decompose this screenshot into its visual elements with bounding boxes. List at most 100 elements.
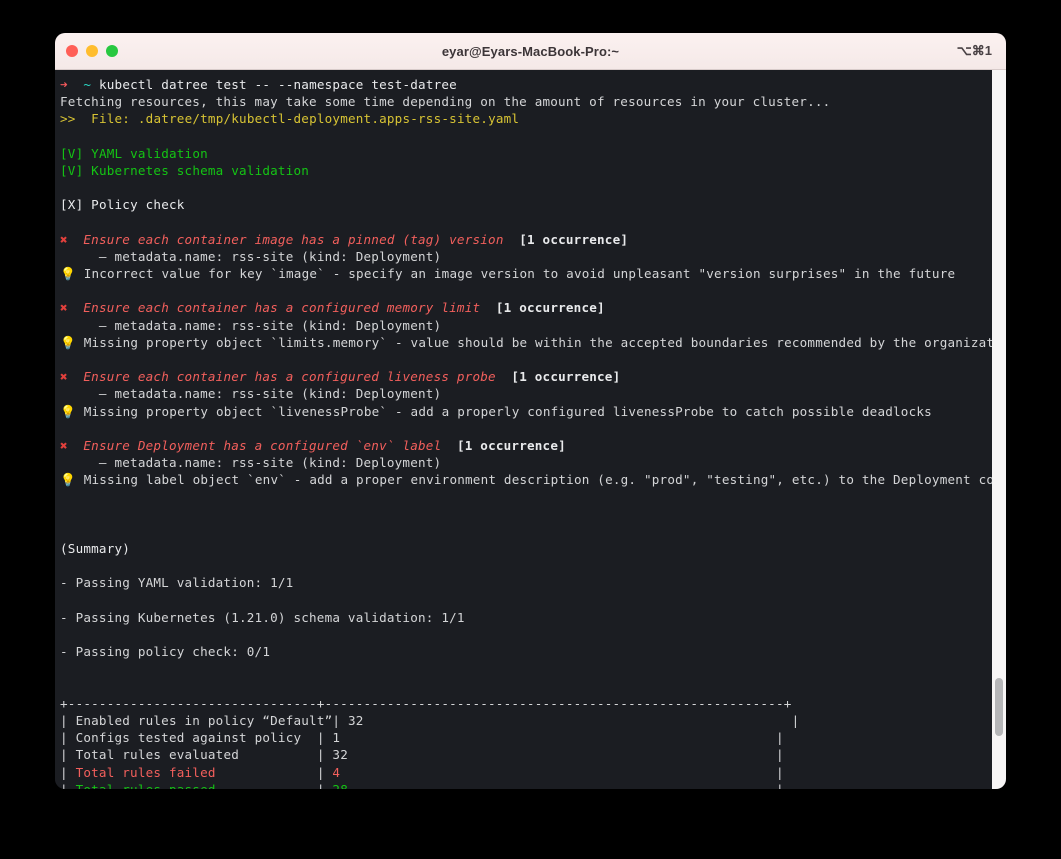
summary-heading-line: (Summary)	[60, 540, 1006, 557]
check-marker: [V]	[60, 162, 84, 178]
close-window-button[interactable]	[66, 45, 78, 57]
prompt-arrow-icon: ➜	[60, 77, 68, 92]
lightbulb-icon: 💡	[60, 334, 76, 350]
failure-x-icon: ✖	[60, 300, 68, 316]
failure-detail: — metadata.name: rss-site (kind: Deploym…	[98, 455, 442, 471]
table-pipe: |	[60, 730, 76, 746]
table-row: | Enabled rules in policy “Default”| 32 …	[60, 712, 1006, 729]
table-pipe: |	[60, 764, 76, 780]
table-cell-value: 32	[332, 747, 776, 763]
terminal-output[interactable]: ➜ ~ kubectl datree test -- --namespace t…	[55, 76, 1006, 789]
table-pipe: |	[776, 730, 784, 746]
table-row: | Total rules failed | 4 |	[60, 764, 1006, 781]
window-title: eyar@Eyars-MacBook-Pro:~	[441, 43, 620, 59]
fetching-text: Fetching resources, this may take some t…	[60, 94, 831, 110]
table-pipe: |	[776, 747, 784, 763]
summary-line-text: - Passing policy check: 0/1	[60, 644, 271, 660]
table-cell-label: Enabled rules in policy “Default”	[75, 712, 333, 728]
file-label: File:	[91, 111, 131, 127]
window-shortcut-label: ⌥⌘1	[956, 43, 992, 58]
terminal-scrollbar[interactable]	[992, 70, 1006, 789]
failure-x-icon: ✖	[60, 437, 68, 453]
failure-detail-line: — metadata.name: rss-site (kind: Deploym…	[60, 317, 1006, 334]
terminal-body[interactable]: ➜ ~ kubectl datree test -- --namespace t…	[55, 70, 1006, 789]
failure-detail: — metadata.name: rss-site (kind: Deploym…	[98, 386, 442, 402]
table-pipe: |	[316, 747, 333, 763]
failure-occurrence: [1 occurrence]	[495, 300, 605, 316]
table-border: +--------------------------------+------…	[60, 695, 792, 711]
file-line: >> File: .datree/tmp/kubectl-deployment.…	[60, 110, 1006, 127]
validation-check-line: [V] YAML validation	[60, 145, 1006, 162]
failure-x-icon: ✖	[60, 231, 68, 247]
prompt-line: ➜ ~ kubectl datree test -- --namespace t…	[60, 76, 1006, 93]
command-text: kubectl datree test -- --namespace test-…	[98, 77, 457, 92]
table-cell-label: Configs tested against policy	[75, 730, 317, 746]
failure-detail: — metadata.name: rss-site (kind: Deploym…	[98, 248, 442, 264]
failure-rule-line: ✖ Ensure each container has a configured…	[60, 299, 1006, 316]
table-pipe: |	[60, 747, 76, 763]
fetching-line: Fetching resources, this may take some t…	[60, 93, 1006, 110]
table-cell-label: Total rules failed	[75, 764, 317, 780]
failure-detail-line: — metadata.name: rss-site (kind: Deploym…	[60, 385, 1006, 402]
table-pipe: |	[791, 712, 800, 728]
maximize-window-button[interactable]	[106, 45, 118, 57]
failure-rule-line: ✖ Ensure each container image has a pinn…	[60, 231, 1006, 248]
table-row: | Total rules evaluated | 32 |	[60, 746, 1006, 763]
table-cell-label: Total rules passed	[76, 782, 317, 789]
prompt-path: ~	[83, 77, 92, 92]
failure-x-icon: ✖	[60, 369, 68, 385]
policy-check-line: [X] Policy check	[60, 196, 1006, 213]
title-bar[interactable]: eyar@Eyars-MacBook-Pro:~ ⌥⌘1	[55, 33, 1006, 70]
validation-check-line: [V] Kubernetes schema validation	[60, 162, 1006, 179]
policy-check-marker: [X]	[60, 197, 84, 213]
lightbulb-icon: 💡	[60, 403, 76, 419]
summary-line-text: - Passing YAML validation: 1/1	[60, 575, 294, 591]
table-pipe: |	[316, 764, 333, 780]
failure-hint-line: 💡 Missing property object `limits.memory…	[60, 334, 1006, 351]
minimize-window-button[interactable]	[86, 45, 98, 57]
failure-hint-line: 💡 Missing label object `env` - add a pro…	[60, 471, 1006, 488]
failure-hint-line: 💡 Incorrect value for key `image` - spec…	[60, 265, 1006, 282]
table-border-top: +--------------------------------+------…	[60, 695, 1006, 712]
table-pipe: |	[332, 712, 348, 728]
summary-line: - Passing Kubernetes (1.21.0) schema val…	[60, 609, 1006, 626]
table-pipe: |	[60, 712, 76, 728]
failure-hint: Missing property object `livenessProbe` …	[83, 403, 932, 419]
policy-check-label: Policy check	[91, 197, 185, 213]
failure-occurrence: [1 occurrence]	[456, 437, 566, 453]
table-pipe: |	[317, 782, 333, 789]
summary-line: - Passing policy check: 0/1	[60, 643, 1006, 660]
traffic-lights	[66, 45, 118, 57]
table-cell-value: 28	[332, 782, 776, 789]
failure-detail-line: — metadata.name: rss-site (kind: Deploym…	[60, 454, 1006, 471]
failure-hint: Missing property object `limits.memory` …	[83, 334, 1006, 350]
failure-detail: — metadata.name: rss-site (kind: Deploym…	[98, 317, 442, 333]
scrollbar-thumb[interactable]	[995, 678, 1003, 736]
failure-hint: Missing label object `env` - add a prope…	[83, 472, 1006, 488]
table-cell-label: Total rules evaluated	[75, 747, 317, 763]
check-label: Kubernetes schema validation	[91, 162, 310, 178]
failure-rule: Ensure each container image has a pinned…	[83, 231, 504, 247]
table-pipe: |	[316, 730, 333, 746]
summary-line: - Passing YAML validation: 1/1	[60, 574, 1006, 591]
failure-occurrence: [1 occurrence]	[519, 231, 629, 247]
table-row: | Total rules passed | 28 |	[60, 781, 1006, 789]
table-cell-value: 32	[347, 712, 792, 728]
file-path: .datree/tmp/kubectl-deployment.apps-rss-…	[137, 111, 520, 127]
terminal-window[interactable]: eyar@Eyars-MacBook-Pro:~ ⌥⌘1 ➜ ~ kubectl…	[55, 33, 1006, 789]
failure-rule-line: ✖ Ensure Deployment has a configured `en…	[60, 437, 1006, 454]
